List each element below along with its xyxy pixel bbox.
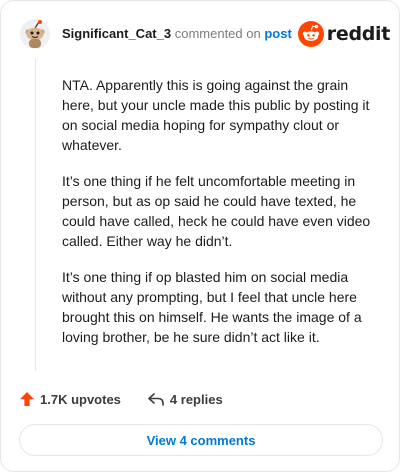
comment-footer: 1.7K upvotes 4 replies	[19, 388, 223, 410]
comment-body: NTA. Apparently this is going against th…	[62, 75, 380, 363]
replies-count: 4 replies	[169, 391, 223, 407]
comment-paragraph-2: It’s one thing if he felt uncomfortable …	[62, 173, 371, 249]
upvotes-stat[interactable]: 1.7K upvotes	[19, 391, 121, 407]
comment-action-text: commented on	[174, 26, 261, 41]
thread-line	[35, 59, 36, 371]
comment-header: Significant_Cat_3 commented on post redd…	[20, 18, 390, 50]
username-link[interactable]: Significant_Cat_3	[62, 26, 171, 41]
comment-byline: Significant_Cat_3 commented on post	[62, 26, 292, 42]
comment-card: Significant_Cat_3 commented on post redd…	[0, 0, 400, 472]
reddit-wordmark: reddit	[326, 23, 391, 45]
reddit-logo[interactable]: reddit	[297, 21, 391, 47]
upvotes-count: 1.7K upvotes	[40, 391, 121, 407]
snoo-avatar-icon[interactable]	[20, 19, 50, 49]
upvote-arrow-icon	[20, 392, 34, 406]
reddit-snoo-logo-icon	[297, 21, 324, 47]
snoo-avatar-graphic	[20, 19, 50, 49]
view-comments-button[interactable]: View 4 comments	[19, 424, 383, 456]
post-link[interactable]: post	[264, 26, 291, 41]
replies-stat[interactable]: 4 replies	[147, 391, 223, 407]
comment-paragraph-3: It’s one thing if op blasted him on soci…	[62, 269, 362, 345]
comment-paragraph-1: NTA. Apparently this is going against th…	[62, 77, 370, 153]
reply-arrow-icon	[148, 393, 164, 406]
